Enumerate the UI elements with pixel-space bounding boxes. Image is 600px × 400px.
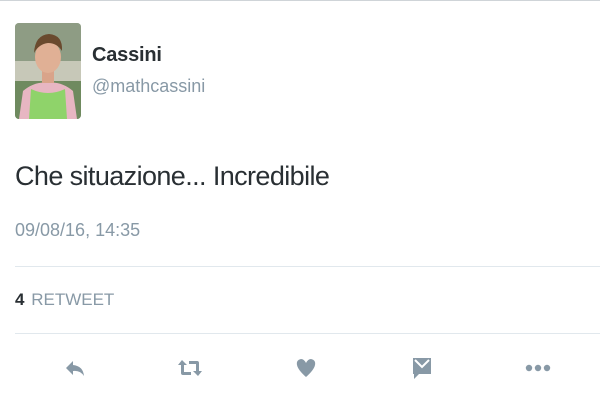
tweet-text: Che situazione... Incredibile xyxy=(15,161,330,191)
top-border xyxy=(0,0,600,1)
more-icon xyxy=(525,364,551,372)
divider xyxy=(15,266,600,267)
divider xyxy=(15,333,600,334)
retweet-icon xyxy=(178,360,202,376)
reply-button[interactable] xyxy=(62,355,88,381)
avatar-photo xyxy=(15,23,81,119)
direct-message-button[interactable] xyxy=(409,355,435,381)
retweet-count: 4 xyxy=(15,290,25,309)
retweet-button[interactable] xyxy=(177,355,203,381)
heart-icon xyxy=(296,359,316,377)
display-name[interactable]: Cassini xyxy=(92,44,162,67)
more-button[interactable] xyxy=(525,355,551,381)
retweet-label: RETWEET xyxy=(31,290,115,309)
user-handle[interactable]: @mathcassini xyxy=(92,76,205,97)
reply-icon xyxy=(66,361,84,376)
retweet-stat[interactable]: 4 RETWEET xyxy=(15,290,114,310)
tweet-timestamp: 09/08/16, 14:35 xyxy=(15,220,141,240)
direct-message-icon xyxy=(413,358,431,379)
avatar[interactable] xyxy=(15,23,81,119)
like-button[interactable] xyxy=(293,355,319,381)
